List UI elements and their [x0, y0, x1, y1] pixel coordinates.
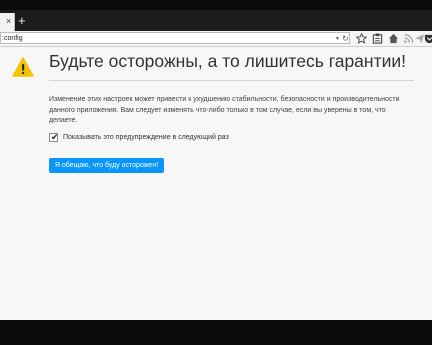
- title-divider: [49, 80, 414, 81]
- navigation-toolbar: :config ▼ ↻: [0, 31, 432, 47]
- accept-risk-button[interactable]: Я обещаю, что буду осторожен!: [49, 158, 164, 173]
- window-top-bar: [0, 0, 432, 10]
- tab-strip: [0, 10, 432, 31]
- close-tab-icon[interactable]: ×: [6, 17, 11, 26]
- reload-icon[interactable]: ↻: [342, 34, 349, 43]
- reading-list-icon[interactable]: [372, 33, 383, 44]
- home-icon[interactable]: [388, 33, 399, 44]
- warning-description: Изменение этих настроек может привести к…: [49, 96, 400, 124]
- rss-icon[interactable]: [403, 33, 414, 44]
- url-bar[interactable]: :config ▼ ↻: [0, 32, 350, 44]
- url-text[interactable]: :config: [2, 34, 23, 43]
- show-warning-checkbox-label[interactable]: Показывать это предупреждение в следующи…: [63, 133, 229, 143]
- pocket-icon[interactable]: [424, 33, 432, 44]
- checkmark-icon: ✔: [51, 132, 59, 142]
- active-tab[interactable]: ×: [0, 13, 15, 31]
- dropdown-icon[interactable]: ▼: [335, 36, 340, 42]
- page-content: [0, 47, 432, 320]
- show-warning-checkbox[interactable]: ✔: [49, 132, 59, 142]
- new-tab-button[interactable]: +: [18, 14, 26, 28]
- warning-icon: [12, 57, 34, 77]
- bookmark-star-icon[interactable]: [356, 33, 367, 44]
- page-title: Будьте осторожны, а то лишитесь гарантии…: [49, 51, 406, 71]
- window-bottom-bar: [0, 320, 432, 345]
